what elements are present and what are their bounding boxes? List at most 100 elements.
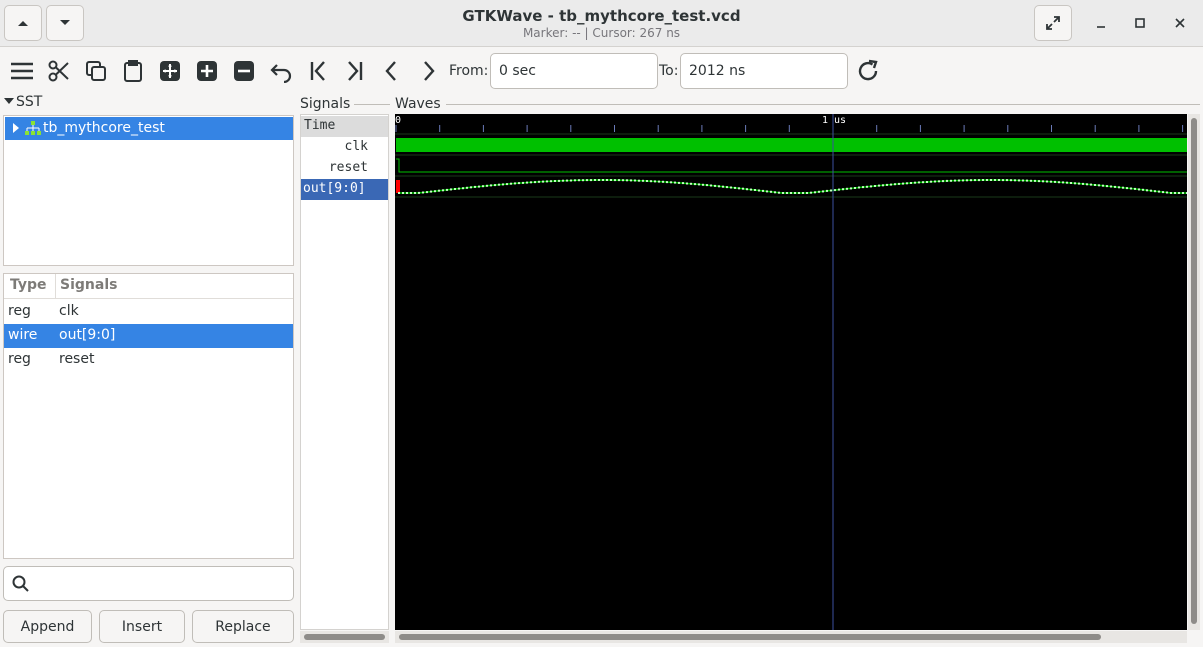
cut-button[interactable] — [44, 56, 74, 86]
sample-dot — [994, 179, 996, 181]
sample-dot — [878, 184, 880, 187]
sample-dot — [1154, 190, 1156, 193]
sample-dot — [902, 182, 904, 185]
time-ruler-ticks — [395, 125, 1184, 132]
reload-button[interactable] — [853, 56, 883, 86]
from-input[interactable]: 0 sec — [490, 53, 658, 89]
waves-hscrollbar[interactable] — [395, 631, 1187, 643]
fullscreen-button[interactable] — [1034, 5, 1072, 41]
sample-dot — [866, 185, 868, 188]
waveform-canvas[interactable]: 0 1 us — [395, 114, 1187, 630]
sample-dot — [1146, 189, 1148, 192]
signals-pane-label: Signals — [300, 96, 351, 112]
zoom-out-button[interactable] — [229, 56, 259, 86]
sample-dot — [1022, 179, 1024, 182]
sample-dot — [842, 188, 844, 191]
sample-dot — [418, 191, 420, 194]
signal-name-row[interactable]: out[9:0] — [301, 179, 388, 200]
sample-dot — [434, 190, 436, 193]
maximize-button[interactable] — [1129, 12, 1151, 34]
signal-search-input[interactable] — [3, 566, 294, 601]
sample-dot — [442, 189, 444, 192]
signal-list-row[interactable]: reg reset — [4, 348, 293, 372]
paste-icon — [124, 60, 142, 82]
fullscreen-icon — [1046, 16, 1060, 30]
signal-name-clk: clk — [344, 139, 368, 154]
waves-vscrollbar[interactable] — [1188, 114, 1200, 630]
sample-dot — [638, 179, 640, 182]
zoom-in-button[interactable] — [192, 56, 222, 86]
scrollbar-thumb[interactable] — [304, 634, 385, 640]
sample-dot — [462, 187, 464, 190]
scrollbar-thumb[interactable] — [399, 634, 1101, 640]
sample-dot — [950, 179, 952, 182]
zoom-out-icon — [234, 61, 254, 81]
gtkwave-window: GTKWave - tb_mythcore_test.vcd Marker: -… — [0, 0, 1203, 647]
sample-dot — [578, 179, 580, 182]
sample-dot — [1030, 179, 1032, 182]
reload-icon — [858, 59, 878, 81]
sample-dot — [858, 186, 860, 189]
sample-dot — [830, 189, 832, 192]
signals-hscrollbar[interactable] — [300, 631, 389, 643]
undo-button[interactable] — [266, 56, 296, 86]
sample-dot — [1014, 179, 1016, 182]
sample-dot — [594, 179, 596, 181]
sample-dot — [1122, 186, 1124, 189]
to-input[interactable]: 2012 ns — [680, 53, 848, 89]
zoom-fit-icon — [160, 61, 180, 81]
sample-dot — [634, 179, 636, 182]
sample-dot — [746, 188, 748, 191]
sample-dot — [1054, 180, 1056, 183]
signal-list-row[interactable]: reg clk — [4, 300, 293, 324]
minimize-button[interactable] — [1090, 12, 1112, 34]
zoom-fit-button[interactable] — [155, 56, 185, 86]
sample-dot — [510, 182, 512, 185]
window-title: GTKWave - tb_mythcore_test.vcd — [462, 7, 741, 25]
sample-dot — [1158, 190, 1160, 193]
sample-dot — [678, 181, 680, 184]
column-divider — [55, 274, 56, 298]
sample-dot — [762, 189, 764, 192]
signals-column-header[interactable]: Signals — [60, 277, 117, 293]
sample-dot — [426, 191, 428, 194]
prev-edge-button[interactable] — [377, 56, 407, 86]
signal-name: out[9:0] — [59, 327, 116, 343]
jump-end-button[interactable] — [340, 56, 370, 86]
sample-dot — [406, 192, 408, 194]
x-value-marker — [396, 180, 400, 193]
sample-dot — [526, 181, 528, 184]
close-button[interactable] — [1169, 12, 1191, 34]
sample-dot — [930, 180, 932, 183]
sample-dot — [718, 185, 720, 188]
sst-item-label: tb_mythcore_test — [43, 120, 165, 136]
replace-button[interactable]: Replace — [192, 610, 294, 643]
reset-waveform — [396, 158, 1187, 173]
signal-name-row[interactable]: clk — [301, 137, 388, 158]
insert-button[interactable]: Insert — [99, 610, 185, 643]
scrollbar-thumb[interactable] — [1191, 118, 1197, 624]
menu-button[interactable] — [7, 56, 37, 86]
paste-button[interactable] — [118, 56, 148, 86]
sample-dot — [618, 179, 620, 182]
sample-dot — [514, 182, 516, 185]
sample-dot — [1074, 182, 1076, 185]
type-column-header[interactable]: Type — [10, 277, 47, 293]
sample-dot — [798, 192, 800, 194]
sst-header[interactable]: SST — [4, 94, 42, 110]
signal-list-row[interactable]: wire out[9:0] — [4, 324, 293, 348]
next-edge-button[interactable] — [413, 56, 443, 86]
sample-dot — [750, 188, 752, 191]
sample-dot — [730, 186, 732, 189]
maximize-icon — [1135, 18, 1145, 28]
sample-dot — [766, 190, 768, 193]
sample-dot — [894, 183, 896, 186]
sample-dot — [430, 190, 432, 193]
sample-dot — [914, 181, 916, 184]
jump-start-button[interactable] — [303, 56, 333, 86]
signal-name-row[interactable]: reset — [301, 158, 388, 179]
copy-button[interactable] — [81, 56, 111, 86]
sample-dot — [826, 189, 828, 192]
sst-tree-item[interactable]: tb_mythcore_test — [5, 117, 293, 140]
append-button[interactable]: Append — [3, 610, 92, 643]
